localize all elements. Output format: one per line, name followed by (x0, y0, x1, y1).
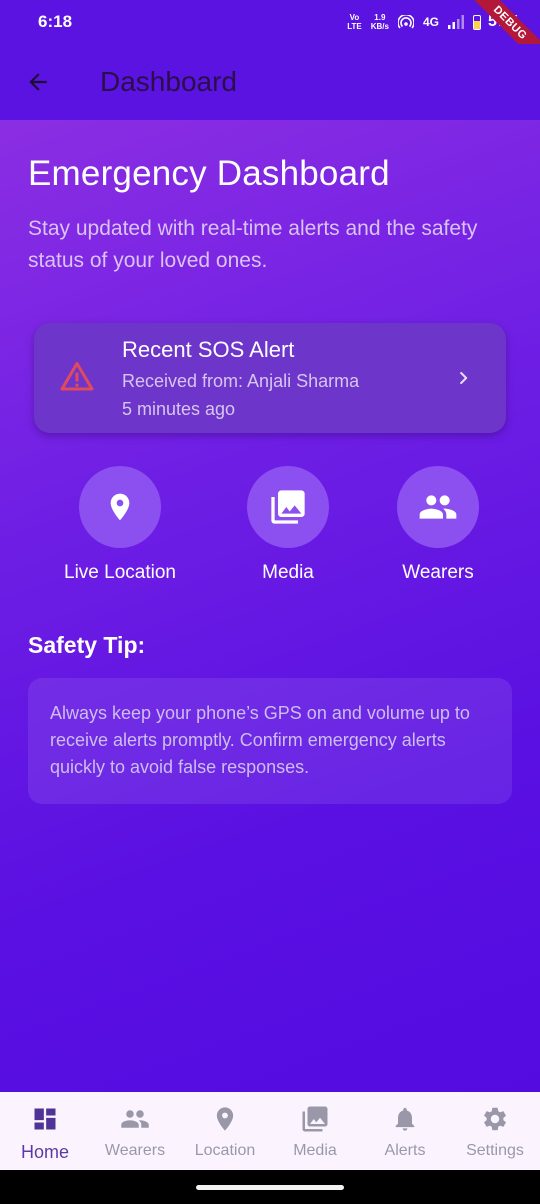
nav-label-wearers: Wearers (104, 1142, 166, 1159)
bottom-navigation: Home Wearers Location Media Alerts Setti… (0, 1092, 540, 1170)
nav-label-settings: Settings (466, 1142, 524, 1159)
nav-label-media: Media (293, 1142, 337, 1159)
sos-alert-card[interactable]: Recent SOS Alert Received from: Anjali S… (34, 323, 506, 433)
dashboard-subtitle: Stay updated with real-time alerts and t… (28, 217, 478, 272)
live-location-circle (79, 466, 161, 548)
photo-library-icon (271, 490, 305, 524)
bell-icon (390, 1104, 420, 1134)
nav-label-alerts: Alerts (384, 1142, 426, 1159)
gear-icon (480, 1104, 510, 1134)
nav-item-wearers[interactable]: Wearers (90, 1092, 180, 1170)
screen: 6:18 Vo LTE 1.9 KB/s 4G DEBUG Dashboard … (0, 0, 540, 1204)
sos-alert-sender: Received from: Anjali Sharma (122, 371, 360, 391)
wearers-button[interactable]: Wearers (363, 466, 513, 584)
media-label: Media (262, 562, 314, 583)
network-type: 4G (422, 15, 439, 29)
safety-tip-text: Always keep your phone’s GPS on and volu… (50, 703, 470, 777)
nav-item-media[interactable]: Media (270, 1092, 360, 1170)
sos-alert-title: Recent SOS Alert (122, 337, 295, 362)
network-speed: 1.9 KB/s (371, 13, 389, 31)
location-pin-icon (110, 493, 130, 521)
hotspot-icon (397, 15, 414, 29)
nav-label-location: Location (194, 1142, 256, 1159)
app-bar: Dashboard (0, 44, 540, 120)
nav-item-alerts[interactable]: Alerts (360, 1092, 450, 1170)
photo-library-icon (300, 1104, 330, 1134)
battery-fill (473, 21, 480, 29)
media-button[interactable]: Media (213, 466, 363, 584)
volte-bottom: LTE (347, 22, 362, 31)
dashboard-heading: Emergency Dashboard (28, 154, 390, 193)
safety-tip-card: Always keep your phone’s GPS on and volu… (28, 678, 512, 804)
media-circle (247, 466, 329, 548)
people-icon (419, 495, 457, 519)
nav-item-settings[interactable]: Settings (450, 1092, 540, 1170)
speed-unit: KB/s (370, 22, 389, 31)
safety-tip-heading: Safety Tip: (28, 632, 146, 658)
nav-label-home: Home (20, 1142, 69, 1162)
status-time: 6:18 (38, 12, 73, 31)
gesture-area (0, 1170, 540, 1204)
nav-item-home[interactable]: Home (0, 1092, 90, 1170)
back-button[interactable] (0, 44, 76, 120)
live-location-button[interactable]: Live Location (45, 466, 195, 584)
arrow-left-icon (29, 73, 47, 91)
sos-alert-time: 5 minutes ago (122, 399, 236, 419)
home-gesture-bar[interactable] (196, 1185, 344, 1190)
warning-icon (60, 362, 94, 391)
dashboard-icon (30, 1104, 60, 1134)
nav-item-location[interactable]: Location (180, 1092, 270, 1170)
wearers-circle (397, 466, 479, 548)
battery-icon (472, 14, 481, 30)
chevron-right-icon (460, 372, 468, 384)
page-title: Dashboard (100, 66, 237, 97)
people-icon (120, 1104, 150, 1134)
location-pin-icon (210, 1104, 240, 1134)
wearers-label: Wearers (402, 562, 474, 583)
live-location-label: Live Location (64, 562, 176, 583)
signal-icon (447, 15, 464, 29)
status-bar: 6:18 Vo LTE 1.9 KB/s 4G DEBUG (0, 0, 540, 72)
volte-top: Vo (349, 13, 360, 22)
volte-indicator: Vo LTE (347, 13, 362, 31)
dashboard-content: Emergency Dashboard Stay updated with re… (0, 120, 540, 1092)
speed-value: 1.9 (374, 13, 386, 22)
